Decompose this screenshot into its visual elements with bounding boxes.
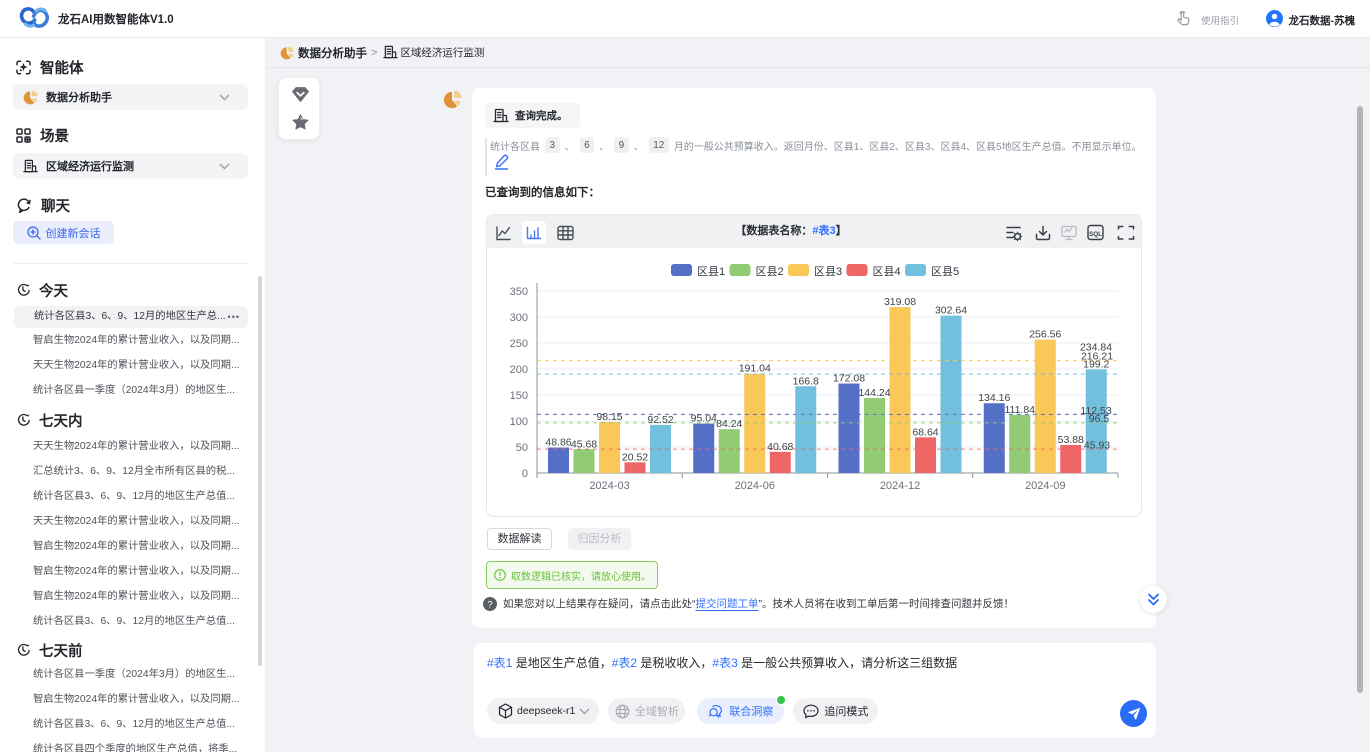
svg-text:250: 250 [510, 338, 528, 350]
svg-text:191.04: 191.04 [739, 363, 771, 375]
svg-text:0: 0 [522, 468, 528, 480]
svg-text:144.24: 144.24 [858, 387, 890, 399]
svg-text:20.52: 20.52 [622, 451, 648, 463]
svg-text:68.64: 68.64 [912, 426, 938, 438]
svg-text:45.68: 45.68 [571, 438, 597, 450]
svg-text:111.84: 111.84 [1004, 404, 1035, 416]
svg-text:302.64: 302.64 [935, 305, 967, 317]
svg-text:166.8: 166.8 [793, 375, 819, 387]
svg-text:2024-03: 2024-03 [589, 480, 629, 492]
svg-text:92.52: 92.52 [647, 414, 673, 426]
svg-text:350: 350 [510, 286, 528, 298]
svg-text:172.08: 172.08 [833, 373, 865, 385]
svg-text:50: 50 [516, 442, 528, 454]
svg-text:319.08: 319.08 [884, 296, 916, 308]
svg-text:96.5: 96.5 [1089, 413, 1110, 425]
svg-text:区县4: 区县4 [873, 265, 901, 278]
svg-text:区县2: 区县2 [756, 265, 784, 278]
svg-text:40.68: 40.68 [767, 441, 793, 453]
svg-text:98.15: 98.15 [596, 411, 622, 423]
svg-text:150: 150 [510, 390, 528, 402]
svg-text:区县1: 区县1 [697, 265, 725, 278]
svg-text:134.16: 134.16 [978, 392, 1010, 404]
svg-text:200: 200 [510, 364, 528, 376]
svg-text:100: 100 [510, 416, 528, 428]
svg-text:区县3: 区县3 [814, 265, 842, 278]
svg-text:48.86: 48.86 [545, 437, 571, 449]
svg-text:53.88: 53.88 [1058, 434, 1084, 446]
svg-text:区县5: 区县5 [931, 265, 959, 278]
svg-text:45.93: 45.93 [1084, 440, 1110, 452]
svg-text:2024-06: 2024-06 [735, 480, 775, 492]
svg-text:216.21: 216.21 [1081, 351, 1113, 363]
svg-text:2024-12: 2024-12 [880, 480, 920, 492]
svg-text:84.24: 84.24 [716, 418, 742, 430]
svg-text:2024-09: 2024-09 [1025, 480, 1065, 492]
svg-text:95.04: 95.04 [691, 413, 717, 425]
svg-text:256.56: 256.56 [1029, 329, 1061, 341]
svg-text:?: ? [487, 599, 492, 610]
svg-text:300: 300 [510, 312, 528, 324]
